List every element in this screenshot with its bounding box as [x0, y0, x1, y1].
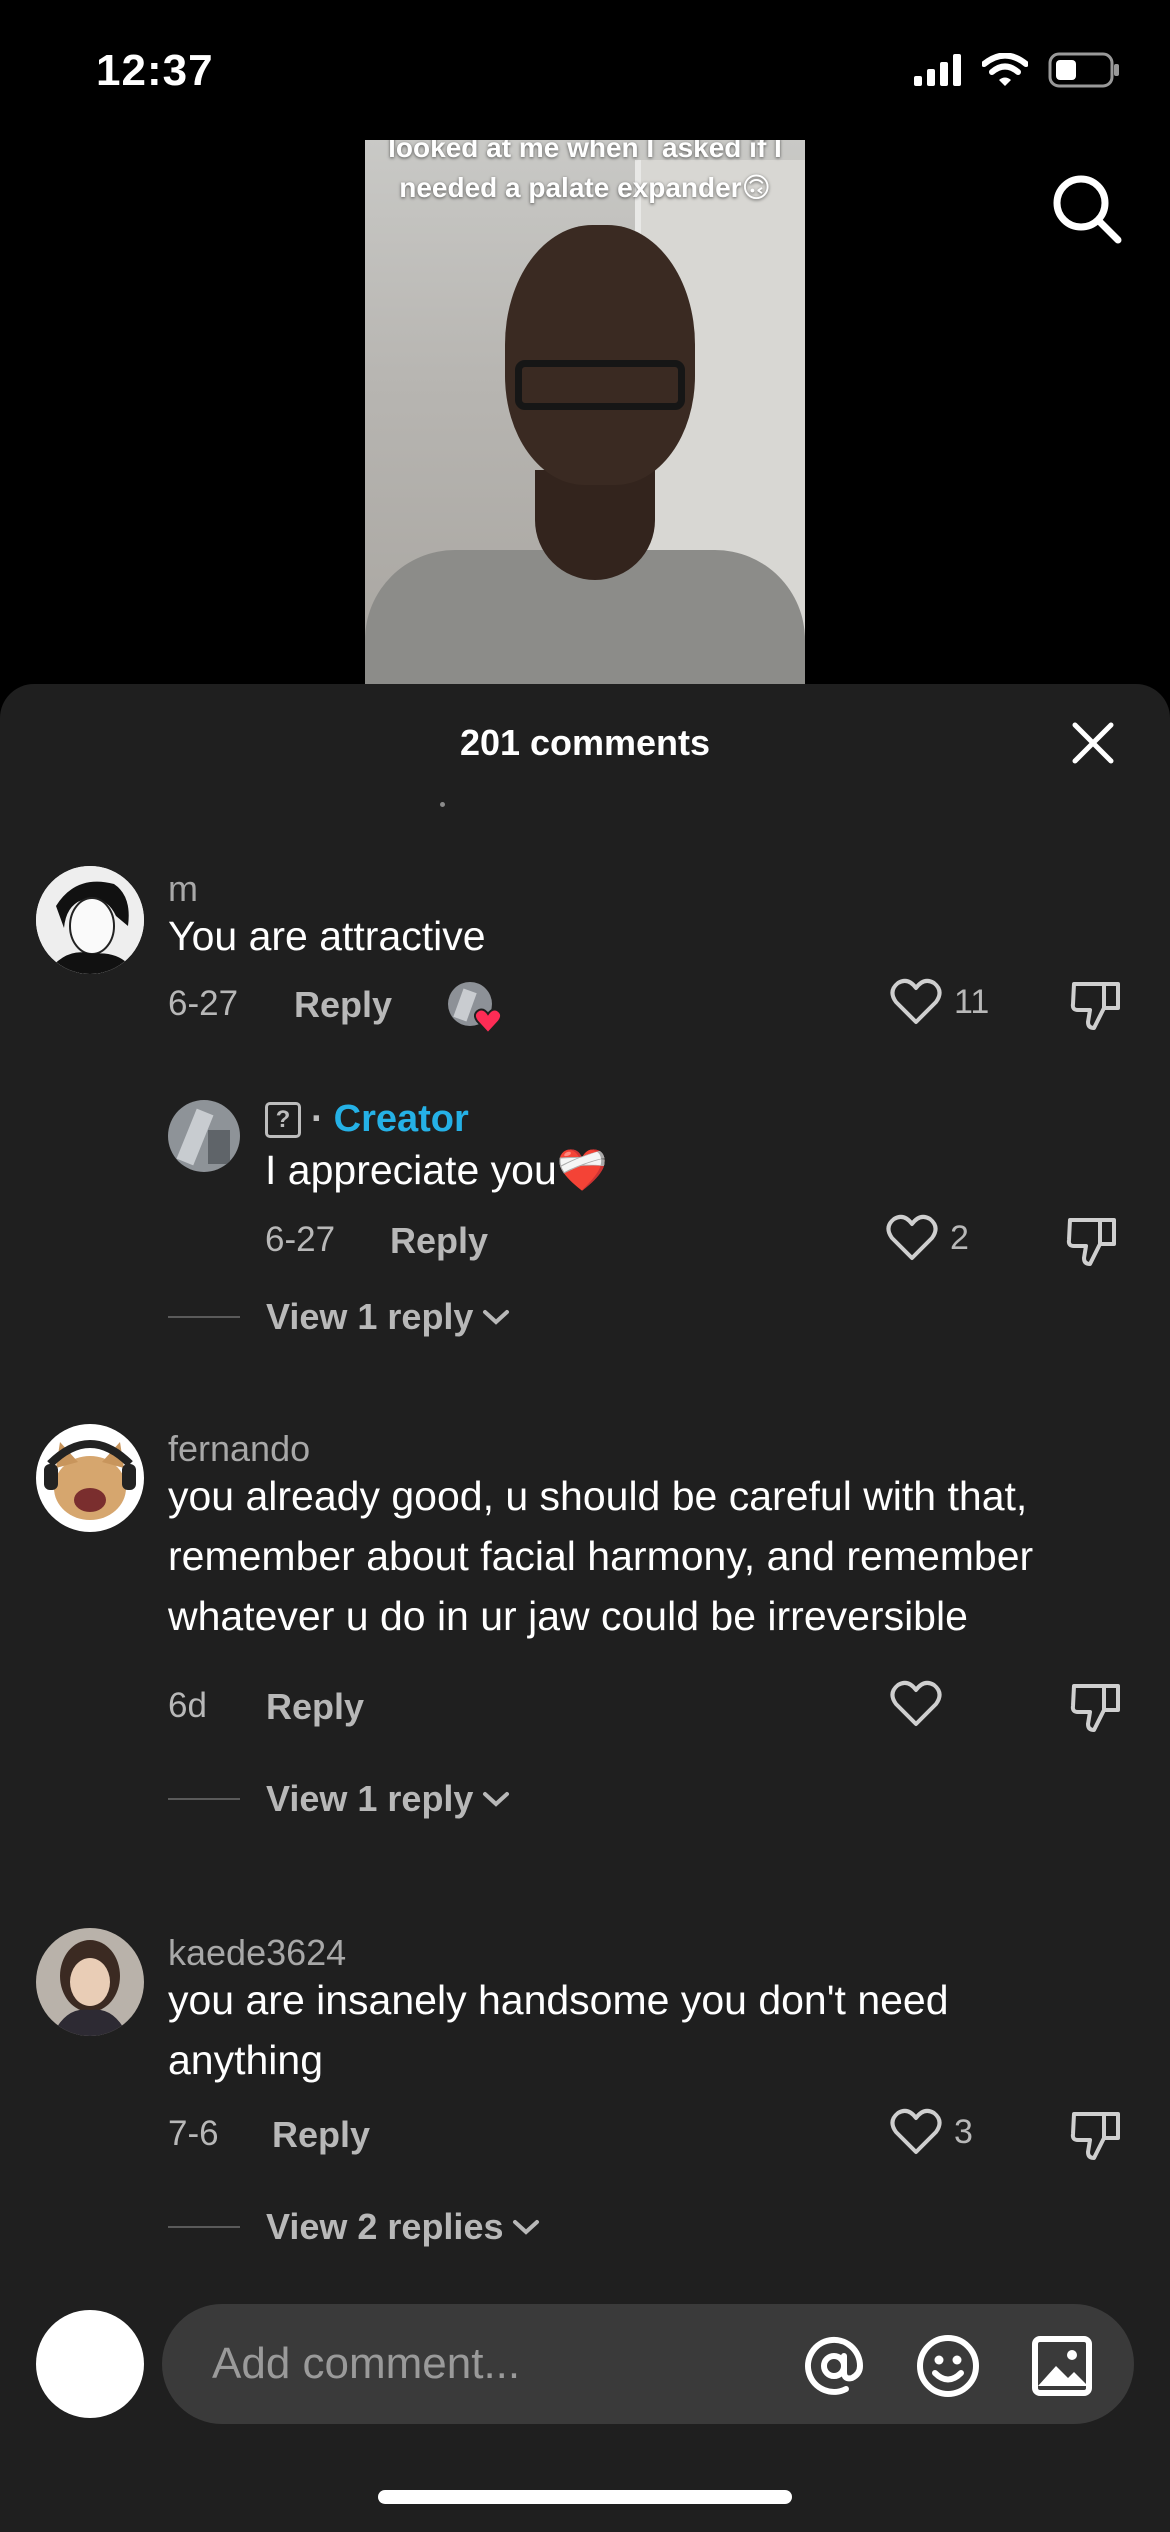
like-button[interactable]: 3: [890, 2108, 973, 2156]
comment-input-bar: [0, 2286, 1170, 2436]
video-preview[interactable]: looked at me when I asked if I needed a …: [365, 140, 805, 685]
comment-text: you already good, u should be careful wi…: [168, 1473, 1034, 1639]
comment-username[interactable]: fernando: [168, 1428, 310, 1470]
my-avatar[interactable]: [36, 2310, 144, 2418]
heart-outline-icon: [890, 1680, 942, 1726]
comment-item: fernando you already good, u should be c…: [0, 1424, 1170, 1904]
dislike-icon[interactable]: [1070, 978, 1122, 1032]
mention-icon[interactable]: [802, 2334, 866, 2398]
avatar-cat-image: [36, 1424, 144, 1532]
like-button[interactable]: 11: [890, 978, 989, 1026]
close-icon[interactable]: [1070, 720, 1116, 766]
image-icon[interactable]: [1030, 2334, 1094, 2398]
reply-date: 6-27: [265, 1220, 336, 1259]
search-icon[interactable]: [1048, 170, 1124, 246]
creator-avatar-image: [168, 1100, 240, 1172]
wifi-icon: [982, 53, 1028, 86]
screen: 12:37 looked at me when I asked if I nee…: [0, 0, 1170, 2532]
chevron-down-icon: [513, 2220, 540, 2235]
comment-username[interactable]: m: [168, 868, 198, 910]
heart-outline-icon: [890, 2108, 942, 2154]
view-replies-button[interactable]: View 2 replies: [168, 2206, 543, 2248]
comment-date: 6-27: [168, 984, 239, 1023]
reply-button[interactable]: Reply: [294, 984, 392, 1026]
like-button[interactable]: [890, 1680, 954, 1728]
view-replies-button[interactable]: View 1 reply: [168, 1296, 513, 1338]
comment-text: you are insanely handsome you don't need…: [168, 1977, 949, 2083]
comment-date: 7-6: [168, 2114, 219, 2153]
like-count: 11: [954, 982, 990, 1021]
chevron-down-icon: [483, 1792, 510, 1807]
avatar-anime-illustration: [36, 866, 144, 974]
avatar[interactable]: [36, 1424, 144, 1532]
comment-item: m You are attractive 6-27 Reply 11 ? · C…: [0, 864, 1170, 1337]
comment-text: You are attractive: [168, 913, 486, 959]
view-replies-label: View 1 reply: [266, 1296, 474, 1337]
add-comment-input[interactable]: [212, 2332, 772, 2396]
dislike-icon[interactable]: [1070, 2108, 1122, 2162]
heart-outline-icon: [890, 978, 942, 1024]
view-replies-label: View 1 reply: [266, 1778, 474, 1819]
comment-input-pill[interactable]: [162, 2304, 1134, 2424]
separator-dot: ·: [311, 1098, 324, 1140]
heart-outline-icon: [886, 1214, 938, 1260]
comments-count-title: 201 comments: [459, 722, 711, 763]
chevron-down-icon: [483, 1310, 510, 1325]
battery-icon: [1048, 52, 1119, 88]
reply-button[interactable]: Reply: [266, 1686, 364, 1728]
view-replies-label: View 2 replies: [266, 2206, 504, 2247]
video-caption: looked at me when I asked if I needed a …: [388, 140, 782, 203]
creator-label-row: ? · Creator: [265, 1098, 469, 1141]
view-replies-button[interactable]: View 1 reply: [168, 1778, 513, 1820]
home-indicator: [378, 2490, 792, 2504]
like-count: 2: [950, 1218, 969, 1257]
creator-label: Creator: [333, 1098, 469, 1140]
reply-button[interactable]: Reply: [272, 2114, 370, 2156]
view-replies-line: [168, 2226, 240, 2228]
avatar-portrait-image: [36, 1928, 144, 2036]
status-time: 12:37: [96, 46, 214, 95]
sheet-dot: [440, 802, 445, 807]
reply-text: I appreciate you❤️‍🩹: [265, 1147, 608, 1193]
video-glasses: [515, 360, 685, 410]
status-icons: [914, 52, 1120, 88]
comment-username[interactable]: kaede3624: [168, 1932, 346, 1974]
like-button[interactable]: 2: [886, 1214, 969, 1262]
view-replies-line: [168, 1316, 240, 1318]
avatar[interactable]: [36, 866, 144, 974]
dislike-icon[interactable]: [1066, 1214, 1118, 1268]
comment-item: kaede3624 you are insanely handsome you …: [0, 1928, 1170, 2288]
signal-icon: [914, 54, 961, 86]
reply-button[interactable]: Reply: [390, 1220, 488, 1262]
video-face: [505, 225, 695, 485]
emoji-icon[interactable]: [916, 2334, 980, 2398]
comment-date: 6d: [168, 1686, 207, 1725]
avatar[interactable]: [36, 1928, 144, 2036]
dislike-icon[interactable]: [1070, 1680, 1122, 1734]
view-replies-line: [168, 1798, 240, 1800]
unknown-user-badge: ?: [265, 1101, 301, 1138]
creator-liked-badge: [446, 980, 502, 1034]
like-count: 3: [954, 2112, 973, 2151]
comments-sheet: 201 comments m You are attractive 6-27 R…: [0, 684, 1170, 2532]
heart-badge-icon: [474, 1008, 502, 1034]
creator-avatar[interactable]: [168, 1100, 240, 1172]
